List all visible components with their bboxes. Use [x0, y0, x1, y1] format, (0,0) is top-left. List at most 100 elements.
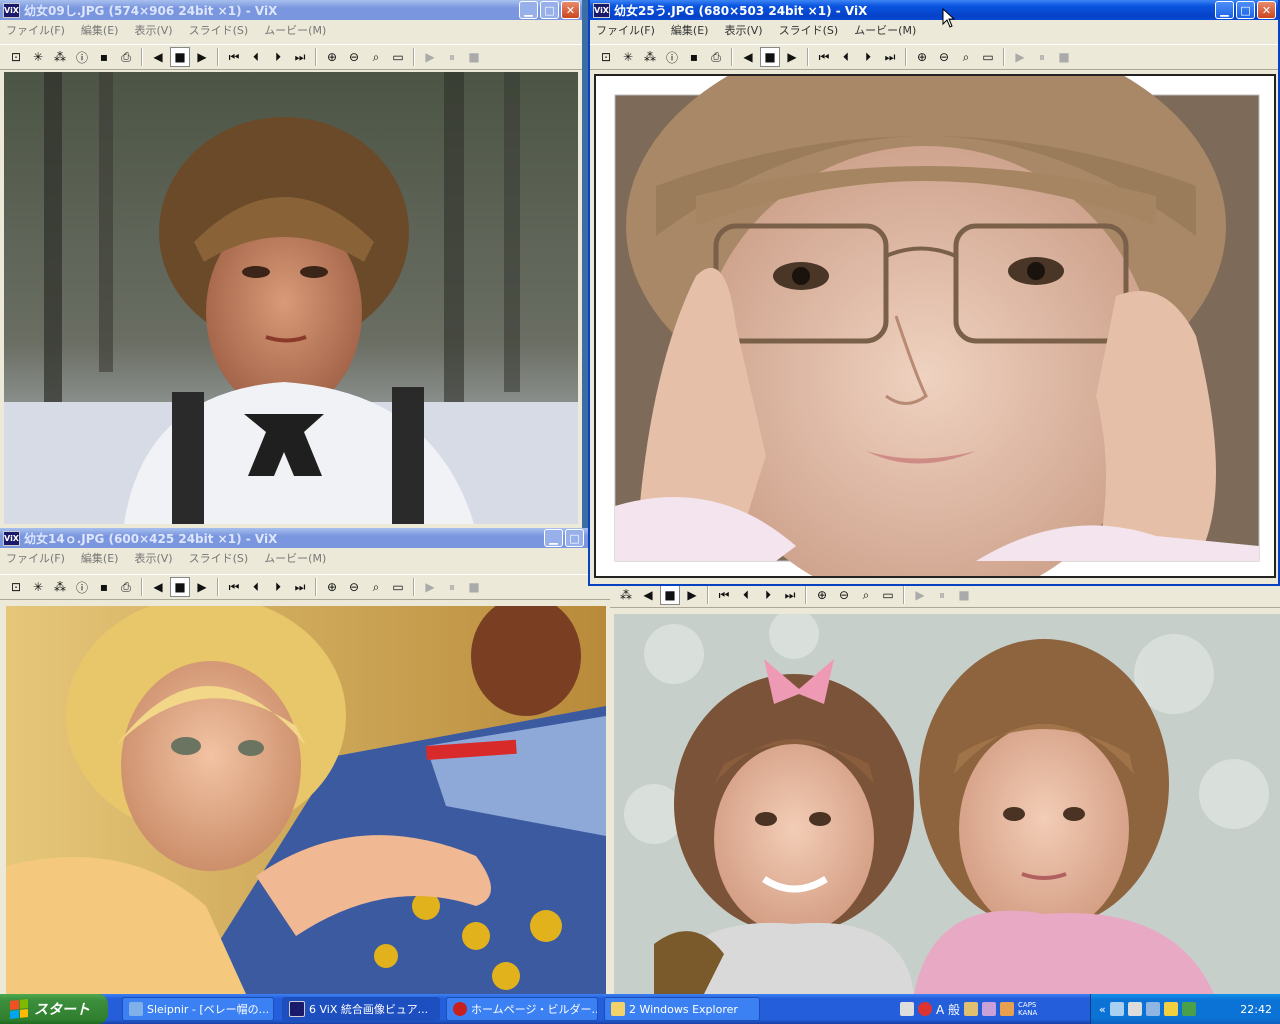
step-forward-icon[interactable]: ⏵	[268, 47, 288, 67]
ime-icon[interactable]	[918, 1002, 932, 1016]
fullscreen-icon[interactable]: ▭	[878, 585, 898, 605]
step-back-icon[interactable]: ⏴	[246, 47, 266, 67]
step-back-icon[interactable]: ⏴	[246, 577, 266, 597]
menu-movie[interactable]: ムービー(M)	[264, 550, 326, 566]
zoom-fit-icon[interactable]: ⌕	[856, 585, 876, 605]
menu-edit[interactable]: 編集(E)	[671, 22, 709, 38]
play-icon[interactable]: ▶	[420, 577, 440, 597]
sparkle-icon[interactable]: ✳	[618, 47, 638, 67]
zoom-in-icon[interactable]: ⊕	[912, 47, 932, 67]
window-1-titlebar[interactable]: ViX 幼女09し.JPG (574×906 24bit ×1) - ViX ▁…	[0, 0, 582, 20]
maximize-button[interactable]: □	[565, 529, 584, 547]
save-icon[interactable]: ▪	[94, 47, 114, 67]
maximize-button[interactable]: □	[1236, 1, 1255, 19]
print-icon[interactable]: ⎙	[116, 47, 136, 67]
menu-edit[interactable]: 編集(E)	[81, 550, 119, 566]
prev-icon[interactable]: ◀	[148, 47, 168, 67]
stop-playback-icon[interactable]: ■	[464, 577, 484, 597]
network-icon[interactable]	[1109, 1002, 1124, 1016]
menu-movie[interactable]: ムービー(M)	[264, 22, 326, 38]
zoom-fit-icon[interactable]: ⌕	[956, 47, 976, 67]
open-icon[interactable]: ⊡	[6, 577, 26, 597]
zoom-in-icon[interactable]: ⊕	[322, 47, 342, 67]
menu-file[interactable]: ファイル(F)	[6, 550, 65, 566]
ime-mode[interactable]: A 般	[936, 1001, 960, 1018]
menu-slide[interactable]: スライド(S)	[189, 22, 249, 38]
first-icon[interactable]: ⏮	[224, 577, 244, 597]
vix-window-4[interactable]: ⁂ ◀ ■ ▶ ⏮ ⏴ ⏵ ⏭ ⊕ ⊖ ⌕ ▭ ▶ ⏸ ■	[610, 582, 1280, 994]
close-button[interactable]: ✕	[1257, 1, 1276, 19]
stop-playback-icon[interactable]: ■	[464, 47, 484, 67]
pause-icon[interactable]: ⏸	[442, 47, 462, 67]
next-icon[interactable]: ▶	[192, 47, 212, 67]
wand-icon[interactable]: ⁂	[50, 47, 70, 67]
step-forward-icon[interactable]: ⏵	[858, 47, 878, 67]
minimize-button[interactable]: ▁	[1215, 1, 1234, 19]
minimize-button[interactable]: ▁	[519, 1, 538, 19]
sparkle-icon[interactable]: ✳	[28, 577, 48, 597]
menu-movie[interactable]: ムービー(M)	[854, 22, 916, 38]
sparkle-icon[interactable]: ✳	[28, 47, 48, 67]
stop-icon[interactable]: ■	[760, 47, 780, 67]
volume-icon[interactable]	[1127, 1002, 1142, 1016]
open-icon[interactable]: ⊡	[6, 47, 26, 67]
first-icon[interactable]: ⏮	[814, 47, 834, 67]
stop-playback-icon[interactable]: ■	[954, 585, 974, 605]
step-back-icon[interactable]: ⏴	[736, 585, 756, 605]
window-2-titlebar[interactable]: ViX 幼女25う.JPG (680×503 24bit ×1) - ViX ▁…	[590, 0, 1278, 20]
menu-file[interactable]: ファイル(F)	[596, 22, 655, 38]
first-icon[interactable]: ⏮	[224, 47, 244, 67]
task-vix-group[interactable]: 6 ViX 統合画像ビュア...	[282, 997, 440, 1021]
maximize-button[interactable]: □	[540, 1, 559, 19]
first-icon[interactable]: ⏮	[714, 585, 734, 605]
image-view-1[interactable]	[4, 72, 578, 524]
next-icon[interactable]: ▶	[192, 577, 212, 597]
wand-icon[interactable]: ⁂	[616, 585, 636, 605]
task-sleipnir[interactable]: Sleipnir - [ベレー帽の...	[122, 997, 274, 1021]
step-forward-icon[interactable]: ⏵	[758, 585, 778, 605]
vix-window-3[interactable]: ViX 幼女14ｏ.JPG (600×425 24bit ×1) - ViX ▁…	[0, 528, 610, 994]
last-icon[interactable]: ⏭	[290, 47, 310, 67]
zoom-fit-icon[interactable]: ⌕	[366, 577, 386, 597]
info-icon[interactable]: ⓘ	[72, 47, 92, 67]
fullscreen-icon[interactable]: ▭	[978, 47, 998, 67]
clock[interactable]: 22:42	[1240, 1003, 1272, 1016]
zoom-out-icon[interactable]: ⊖	[834, 585, 854, 605]
stop-playback-icon[interactable]: ■	[1054, 47, 1074, 67]
wand-icon[interactable]: ⁂	[50, 577, 70, 597]
print-icon[interactable]: ⎙	[116, 577, 136, 597]
play-icon[interactable]: ▶	[910, 585, 930, 605]
fullscreen-icon[interactable]: ▭	[388, 47, 408, 67]
play-icon[interactable]: ▶	[1010, 47, 1030, 67]
task-windows-explorer[interactable]: 2 Windows Explorer	[604, 997, 760, 1021]
info-icon[interactable]: ⓘ	[72, 577, 92, 597]
menu-slide[interactable]: スライド(S)	[779, 22, 839, 38]
fullscreen-icon[interactable]: ▭	[388, 577, 408, 597]
zoom-in-icon[interactable]: ⊕	[812, 585, 832, 605]
menu-view[interactable]: 表示(V)	[134, 22, 172, 38]
zoom-fit-icon[interactable]: ⌕	[366, 47, 386, 67]
stop-icon[interactable]: ■	[170, 577, 190, 597]
stop-icon[interactable]: ■	[170, 47, 190, 67]
prev-icon[interactable]: ◀	[738, 47, 758, 67]
tools-icon[interactable]	[982, 1002, 997, 1016]
info-icon[interactable]: ⓘ	[662, 47, 682, 67]
minimize-button[interactable]: ▁	[544, 529, 563, 547]
last-icon[interactable]: ⏭	[880, 47, 900, 67]
next-icon[interactable]: ▶	[682, 585, 702, 605]
window-3-titlebar[interactable]: ViX 幼女14ｏ.JPG (600×425 24bit ×1) - ViX ▁…	[0, 528, 610, 548]
vix-window-2[interactable]: ViX 幼女25う.JPG (680×503 24bit ×1) - ViX ▁…	[588, 0, 1280, 586]
menu-view[interactable]: 表示(V)	[134, 550, 172, 566]
zoom-out-icon[interactable]: ⊖	[934, 47, 954, 67]
task-homepage-builder[interactable]: ホームページ・ビルダー...	[446, 997, 598, 1021]
step-back-icon[interactable]: ⏴	[836, 47, 856, 67]
play-icon[interactable]: ▶	[420, 47, 440, 67]
image-view-4[interactable]	[614, 614, 1280, 994]
step-forward-icon[interactable]: ⏵	[268, 577, 288, 597]
print-icon[interactable]: ⎙	[706, 47, 726, 67]
tray-expand-icon[interactable]: «	[1099, 1003, 1106, 1016]
open-icon[interactable]: ⊡	[596, 47, 616, 67]
pause-icon[interactable]: ⏸	[442, 577, 462, 597]
pad-icon[interactable]	[1000, 1002, 1015, 1016]
prev-icon[interactable]: ◀	[148, 577, 168, 597]
